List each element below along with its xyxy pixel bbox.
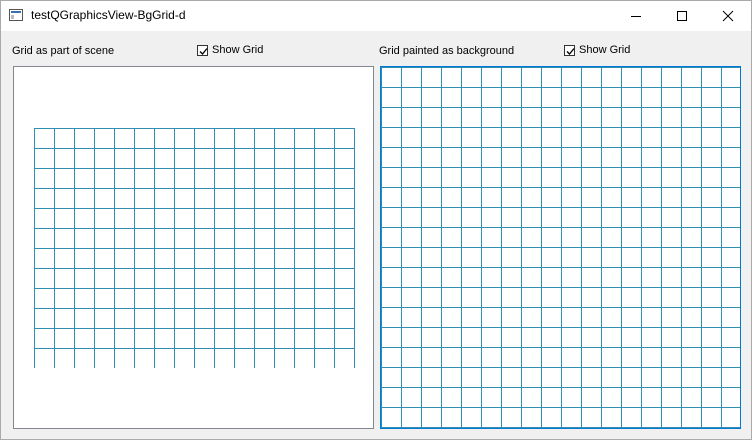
minimize-button[interactable] — [613, 1, 659, 31]
background-grid-view[interactable] — [380, 66, 741, 429]
title-bar[interactable]: testQGraphicsView-BgGrid-d — [1, 1, 751, 31]
right-panel-label: Grid painted as background — [379, 45, 515, 57]
maximize-button[interactable] — [659, 1, 705, 31]
checkbox-box[interactable] — [564, 44, 575, 56]
close-button[interactable] — [705, 1, 751, 31]
app-window-icon — [9, 9, 23, 21]
scene-grid-view[interactable] — [13, 66, 374, 429]
check-icon — [199, 47, 208, 55]
left-show-grid-checkbox[interactable]: Show Grid — [197, 44, 263, 56]
window-title: testQGraphicsView-BgGrid-d — [31, 8, 186, 22]
left-panel-label: Grid as part of scene — [12, 45, 115, 57]
background-grid — [381, 67, 740, 428]
checkbox-box[interactable] — [197, 44, 208, 56]
check-icon — [566, 47, 575, 55]
close-icon — [722, 10, 734, 22]
main-window: testQGraphicsView-BgGrid-d Grid as part … — [0, 0, 752, 440]
minimize-icon — [631, 16, 641, 17]
right-show-grid-label: Show Grid — [579, 44, 631, 56]
left-show-grid-label: Show Grid — [212, 44, 264, 56]
scene-grid — [34, 128, 355, 368]
maximize-icon — [677, 11, 687, 21]
right-show-grid-checkbox[interactable]: Show Grid — [564, 44, 630, 56]
